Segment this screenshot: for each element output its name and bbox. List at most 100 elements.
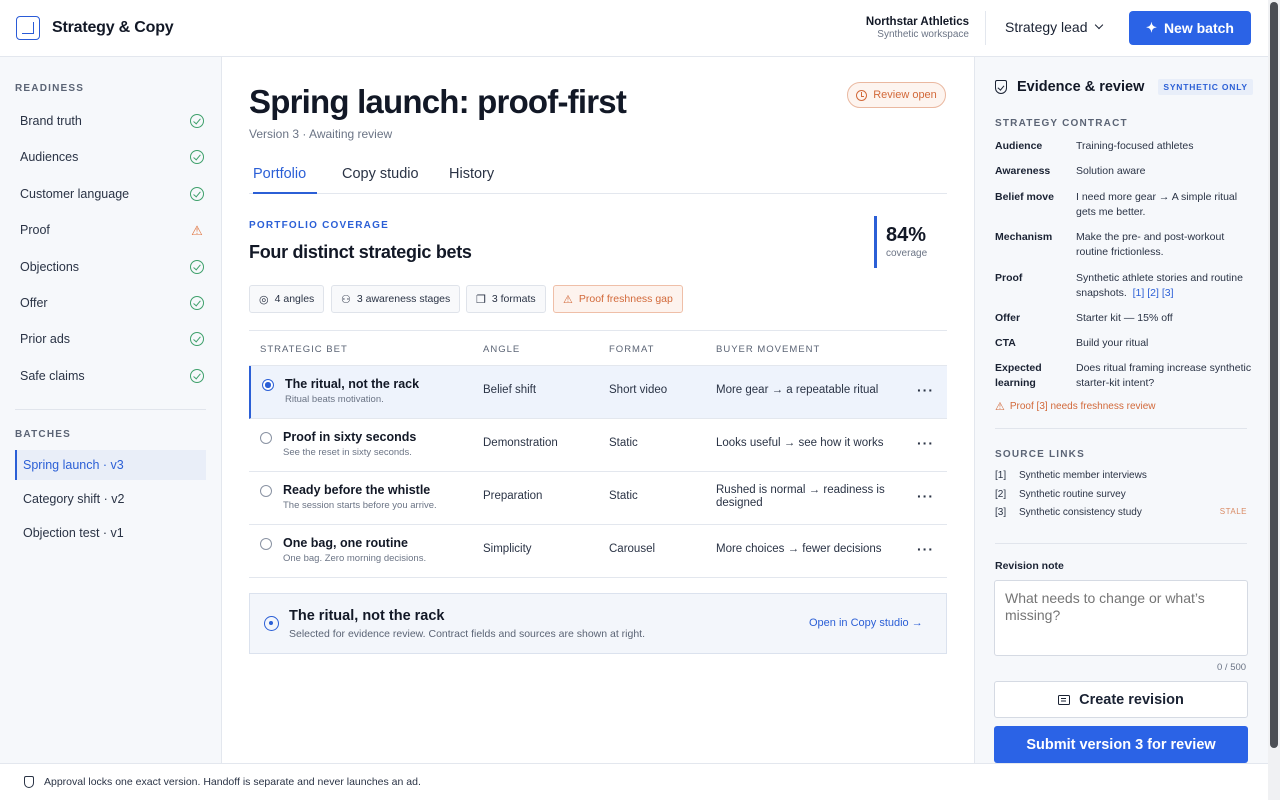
proof-warning-text: Proof [3] needs freshness review — [1009, 401, 1156, 412]
tab-copy-studio[interactable]: Copy studio — [342, 166, 419, 194]
bet-movement: More choices → fewer decisions — [716, 543, 882, 555]
batch-item-spring-launch[interactable]: Spring launch · v3 — [15, 450, 206, 480]
source-link[interactable]: [2] Synthetic routine survey — [995, 489, 1247, 500]
status-badge: Review open — [847, 82, 946, 108]
check-circle-icon — [190, 114, 204, 128]
row-radio[interactable] — [262, 379, 274, 391]
selection-title: The ritual, not the rack — [289, 608, 445, 624]
readiness-item-proof[interactable]: Proof ⚠ — [20, 220, 204, 240]
app-logo-icon — [16, 16, 40, 40]
bet-tagline: Ritual beats motivation. — [285, 394, 384, 405]
org-subtitle: Synthetic workspace — [877, 29, 969, 40]
app-title: Strategy & Copy — [52, 19, 174, 36]
bet-angle: Simplicity — [483, 543, 532, 555]
bet-angle: Belief shift — [483, 384, 537, 396]
chip-proof-freshness-gap[interactable]: ⚠ Proof freshness gap — [553, 285, 683, 313]
target-icon — [264, 616, 279, 631]
warning-triangle-icon: ⚠ — [191, 222, 203, 238]
contract-key: Proof — [995, 272, 1023, 284]
bet-movement: Looks useful → see how it works — [716, 437, 884, 449]
row-radio[interactable] — [260, 432, 272, 444]
scrollbar-thumb[interactable] — [1270, 2, 1278, 748]
more-options-icon[interactable]: ··· — [917, 435, 934, 451]
table-row[interactable]: Ready before the whistle The session sta… — [249, 472, 947, 525]
contract-value: Starter kit — 15% off — [1076, 312, 1173, 324]
readiness-item-label: Prior ads — [20, 332, 71, 346]
source-label: Synthetic member interviews — [1019, 470, 1147, 481]
column-header: ANGLE — [483, 344, 521, 355]
new-batch-label: New batch — [1163, 20, 1234, 36]
readiness-heading: READINESS — [15, 83, 85, 94]
table-row[interactable]: One bag, one routine One bag. Zero morni… — [249, 525, 947, 578]
bet-tagline: See the reset in sixty seconds. — [283, 447, 412, 458]
contract-value: Training-focused athletes — [1076, 140, 1194, 152]
contract-key: Mechanism — [995, 231, 1053, 243]
stale-badge: STALE — [1219, 507, 1247, 516]
bet-name: The ritual, not the rack — [285, 377, 420, 391]
readiness-item-audiences[interactable]: Audiences — [20, 147, 204, 167]
check-circle-icon — [190, 369, 204, 383]
row-radio[interactable] — [260, 538, 272, 550]
submit-for-review-button[interactable]: Submit version 3 for review — [994, 726, 1248, 763]
bet-format: Short video — [609, 384, 668, 396]
coverage-title: Four distinct strategic bets — [249, 242, 472, 262]
readiness-item-label: Offer — [20, 296, 48, 310]
role-dropdown[interactable]: Strategy lead — [1005, 19, 1103, 35]
shield-icon — [24, 776, 34, 788]
users-icon: ⚇ — [341, 293, 351, 306]
shield-check-icon — [995, 80, 1007, 94]
bet-name: Ready before the whistle — [283, 483, 431, 497]
version-status: Version 3 · Awaiting review — [249, 127, 393, 141]
tab-portfolio[interactable]: Portfolio — [253, 166, 317, 194]
character-counter: 0 / 500 — [1217, 662, 1247, 673]
readiness-item-label: Objections — [20, 260, 80, 274]
role-label: Strategy lead — [1005, 19, 1088, 35]
scrollbar[interactable] — [1268, 0, 1280, 800]
more-options-icon[interactable]: ··· — [917, 488, 934, 504]
source-number: [3] — [995, 507, 1007, 518]
bet-tagline: The session starts before you arrive. — [283, 500, 437, 511]
more-options-icon[interactable]: ··· — [917, 541, 934, 557]
bet-movement: Rushed is normal → readiness is designed — [716, 484, 885, 509]
org-name: Northstar Athletics — [865, 16, 969, 28]
tab-history[interactable]: History — [449, 166, 494, 194]
chevron-down-icon — [1094, 20, 1103, 30]
batch-item-objection-test[interactable]: Objection test · v1 — [15, 518, 206, 548]
coverage-accent-bar — [874, 216, 877, 268]
readiness-item-objections[interactable]: Objections — [20, 257, 204, 277]
source-refs-link[interactable]: [1] [2] [3] — [1133, 287, 1174, 299]
readiness-item-label: Customer language — [20, 187, 130, 201]
table-row[interactable]: Proof in sixty seconds See the reset in … — [249, 419, 947, 472]
bet-name: One bag, one routine — [283, 536, 409, 550]
open-in-copy-studio-link[interactable]: Open in Copy studio → — [809, 617, 923, 629]
row-radio[interactable] — [260, 485, 272, 497]
copy-icon: ❐ — [476, 293, 486, 306]
selection-description: Selected for evidence review. Contract f… — [289, 628, 646, 640]
coverage-value: 84% — [886, 224, 927, 246]
more-options-icon[interactable]: ··· — [917, 382, 934, 398]
readiness-item-brand-truth[interactable]: Brand truth — [20, 111, 204, 131]
readiness-item-safe-claims[interactable]: Safe claims — [20, 366, 204, 386]
readiness-item-customer-language[interactable]: Customer language — [20, 184, 204, 204]
brand[interactable]: Strategy & Copy — [16, 16, 174, 40]
footer: Approval locks one exact version. Handof… — [0, 763, 1268, 800]
clock-icon — [856, 89, 868, 101]
readiness-item-prior-ads[interactable]: Prior ads — [20, 329, 204, 349]
new-batch-button[interactable]: ✦ New batch — [1129, 11, 1251, 45]
chip-label: 3 awareness stages — [356, 293, 451, 305]
source-link[interactable]: [1] Synthetic member interviews — [995, 470, 1247, 481]
create-revision-button[interactable]: Create revision — [994, 681, 1248, 718]
batch-item-category-shift[interactable]: Category shift · v2 — [15, 484, 206, 514]
selection-summary: The ritual, not the rack Selected for ev… — [249, 593, 947, 654]
source-number: [1] — [995, 470, 1007, 481]
status-badge-label: Review open — [873, 89, 937, 101]
contract-key: Expected learning — [995, 362, 1042, 389]
source-link[interactable]: [3] Synthetic consistency study STALE — [995, 507, 1247, 518]
readiness-item-label: Audiences — [20, 150, 79, 164]
bet-angle: Demonstration — [483, 437, 558, 449]
readiness-item-offer[interactable]: Offer — [20, 293, 204, 313]
revision-note-input[interactable] — [994, 580, 1248, 656]
bet-movement: More gear → a repeatable ritual — [716, 384, 879, 396]
bet-tagline: One bag. Zero morning decisions. — [283, 553, 427, 564]
table-row[interactable]: The ritual, not the rack Ritual beats mo… — [249, 366, 947, 419]
